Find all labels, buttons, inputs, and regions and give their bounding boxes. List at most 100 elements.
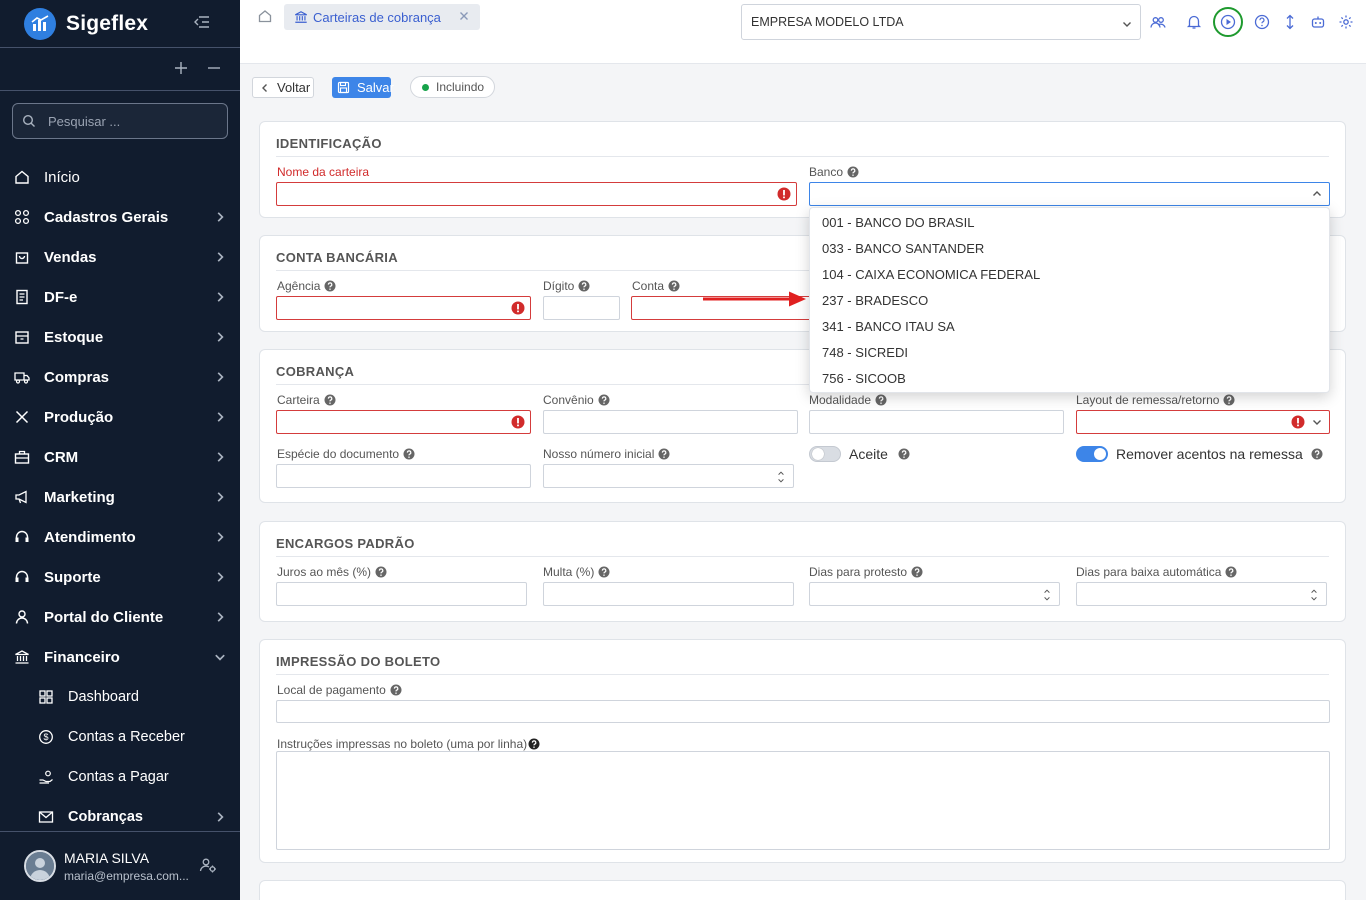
juros-input[interactable] (276, 582, 527, 606)
chevron-right-icon (214, 531, 226, 543)
search-input[interactable] (48, 113, 208, 129)
close-icon[interactable] (459, 11, 469, 21)
remover-acentos-toggle[interactable] (1076, 446, 1108, 462)
layout-remessa-select[interactable] (1076, 410, 1330, 434)
annotation-arrow-icon (703, 290, 807, 308)
digito-input[interactable] (543, 296, 620, 320)
chevron-right-icon (214, 611, 226, 623)
help-icon[interactable] (1254, 14, 1270, 30)
status-dot (422, 83, 429, 91)
sidebar-item-cadastros[interactable]: Cadastros Gerais (0, 197, 240, 237)
sidebar-item-estoque[interactable]: Estoque (0, 317, 240, 357)
digito-label: Dígito (543, 279, 590, 293)
sidebar-subitem-dashboard[interactable]: Dashboard (0, 677, 240, 717)
back-button[interactable]: Voltar (252, 77, 314, 98)
banco-option[interactable]: 748 - SICREDI (822, 345, 908, 360)
sidebar-subitem-contas-pagar[interactable]: Contas a Pagar (0, 757, 240, 797)
sidebar-item-crm[interactable]: CRM (0, 437, 240, 477)
banco-option[interactable]: 033 - BANCO SANTANDER (822, 241, 984, 256)
help-icon (403, 448, 415, 460)
chevron-down-icon (1122, 19, 1132, 29)
baixa-input[interactable] (1076, 582, 1327, 606)
collapse-sidebar-icon[interactable] (193, 14, 211, 30)
convenio-input[interactable] (543, 410, 798, 434)
status-label: Incluindo (436, 80, 485, 94)
local-pagamento-input[interactable] (276, 700, 1330, 723)
nome-carteira-input[interactable] (276, 182, 797, 206)
multa-input[interactable] (543, 582, 794, 606)
stepper-icon[interactable] (1043, 586, 1051, 604)
sidebar-item-portal[interactable]: Portal do Cliente (0, 597, 240, 637)
stepper-icon[interactable] (1310, 586, 1318, 604)
banco-option[interactable]: 756 - SICOOB (822, 371, 906, 386)
sidebar-item-inicio[interactable]: Início (0, 157, 240, 197)
banco-option[interactable]: 001 - BANCO DO BRASIL (822, 215, 974, 230)
convenio-label: Convênio (543, 393, 610, 407)
company-name: EMPRESA MODELO LTDA (751, 15, 904, 29)
save-button[interactable]: Salvar (332, 77, 394, 98)
document-icon (14, 289, 30, 305)
robot-icon[interactable] (1310, 14, 1326, 30)
section-identificacao: IDENTIFICAÇÃO Nome da carteira Banco (259, 121, 1346, 218)
sidebar-item-vendas[interactable]: Vendas (0, 237, 240, 277)
collapse-all-icon[interactable] (207, 61, 221, 75)
brand-name: Sigeflex (66, 12, 149, 35)
sort-vertical-icon[interactable] (1283, 14, 1297, 30)
user-settings-icon[interactable] (199, 856, 217, 874)
modalidade-input[interactable] (809, 410, 1064, 434)
sidebar-item-marketing[interactable]: Marketing (0, 477, 240, 517)
users-icon[interactable] (1150, 14, 1166, 30)
sidebar-subitem-contas-receber[interactable]: $ Contas a Receber (0, 717, 240, 757)
especie-input[interactable] (276, 464, 531, 488)
sidebar: Sigeflex Início Cadastros Gerais Vendas … (0, 0, 240, 900)
chevron-down-icon (1312, 417, 1322, 427)
sidebar-item-producao[interactable]: Produção (0, 397, 240, 437)
avatar (24, 850, 56, 882)
section-next (259, 880, 1346, 900)
sidebar-item-dfe[interactable]: DF-e (0, 277, 240, 317)
sidebar-search[interactable] (12, 103, 228, 139)
banco-option[interactable]: 104 - CAIXA ECONOMICA FEDERAL (822, 267, 1040, 282)
baixa-label: Dias para baixa automática (1076, 565, 1237, 579)
layout-remessa-label: Layout de remessa/retorno (1076, 393, 1235, 407)
tools-icon (14, 409, 30, 425)
bank-icon (294, 10, 308, 24)
topbar: Carteiras de cobrança EMPRESA MODELO LTD… (240, 0, 1366, 64)
help-icon (668, 280, 680, 292)
stepper-icon[interactable] (777, 468, 785, 486)
nosso-numero-input[interactable] (543, 464, 794, 488)
expand-all-icon[interactable] (174, 61, 188, 75)
carteira-input[interactable] (276, 410, 531, 434)
sidebar-item-compras[interactable]: Compras (0, 357, 240, 397)
agencia-input[interactable] (276, 296, 531, 320)
bank-icon (14, 649, 30, 665)
sidebar-item-suporte[interactable]: Suporte (0, 557, 240, 597)
help-icon (847, 166, 859, 178)
brand[interactable]: Sigeflex (24, 8, 148, 40)
help-icon (658, 448, 670, 460)
dashboard-icon (38, 689, 54, 705)
especie-label: Espécie do documento (277, 447, 415, 461)
grid-icon (14, 209, 30, 225)
bell-icon[interactable] (1186, 14, 1202, 30)
user-panel[interactable]: MARIA SILVA maria@empresa.com... (0, 832, 240, 900)
gear-icon[interactable] (1338, 14, 1354, 30)
chevron-right-icon (214, 491, 226, 503)
banco-option[interactable]: 237 - BRADESCO (822, 293, 928, 308)
banco-select[interactable] (809, 182, 1330, 206)
sidebar-item-atendimento[interactable]: Atendimento (0, 517, 240, 557)
help-icon (528, 738, 540, 750)
home-icon[interactable] (258, 9, 272, 23)
save-label: Salvar (357, 80, 394, 95)
play-circle-icon[interactable] (1220, 14, 1236, 30)
status-badge: Incluindo (410, 76, 495, 98)
protesto-input[interactable] (809, 582, 1060, 606)
banco-option[interactable]: 341 - BANCO ITAU SA (822, 319, 955, 334)
company-select[interactable]: EMPRESA MODELO LTDA (741, 4, 1141, 40)
user-email: maria@empresa.com... (64, 869, 189, 883)
help-icon (324, 280, 336, 292)
tab-carteiras[interactable]: Carteiras de cobrança (284, 4, 480, 30)
sidebar-item-financeiro[interactable]: Financeiro (0, 637, 240, 677)
aceite-toggle[interactable] (809, 446, 841, 462)
instrucoes-textarea[interactable] (276, 751, 1330, 850)
